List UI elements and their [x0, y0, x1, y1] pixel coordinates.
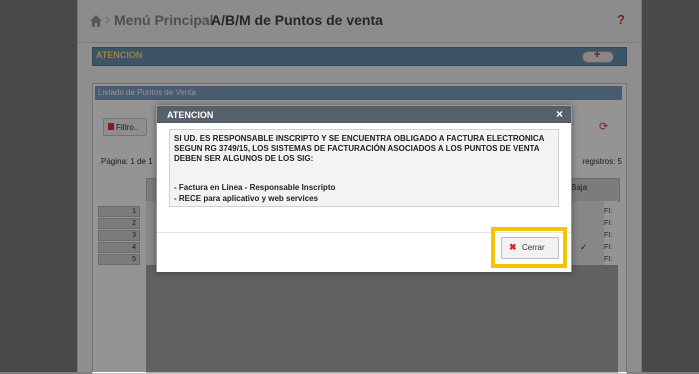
cerrar-button[interactable]: ✖ Cerrar — [501, 237, 559, 259]
dialog-message: SI UD. ES RESPONSABLE INSCRIPTO Y SE ENC… — [174, 134, 545, 163]
dialog-bullet: - Factura en Linea - Responsable Inscrip… — [174, 183, 336, 192]
close-x-icon: ✖ — [509, 242, 517, 252]
cerrar-button-label: Cerrar — [522, 243, 545, 252]
close-icon[interactable]: × — [556, 107, 563, 121]
dialog-message-box: SI UD. ES RESPONSABLE INSCRIPTO Y SE ENC… — [169, 129, 559, 207]
dialog-title: ATENCION — [167, 110, 214, 120]
dialog-title-bar: ATENCION × — [157, 106, 571, 123]
dialog-bullet: - RECE para aplicativo y web services — [174, 194, 319, 203]
